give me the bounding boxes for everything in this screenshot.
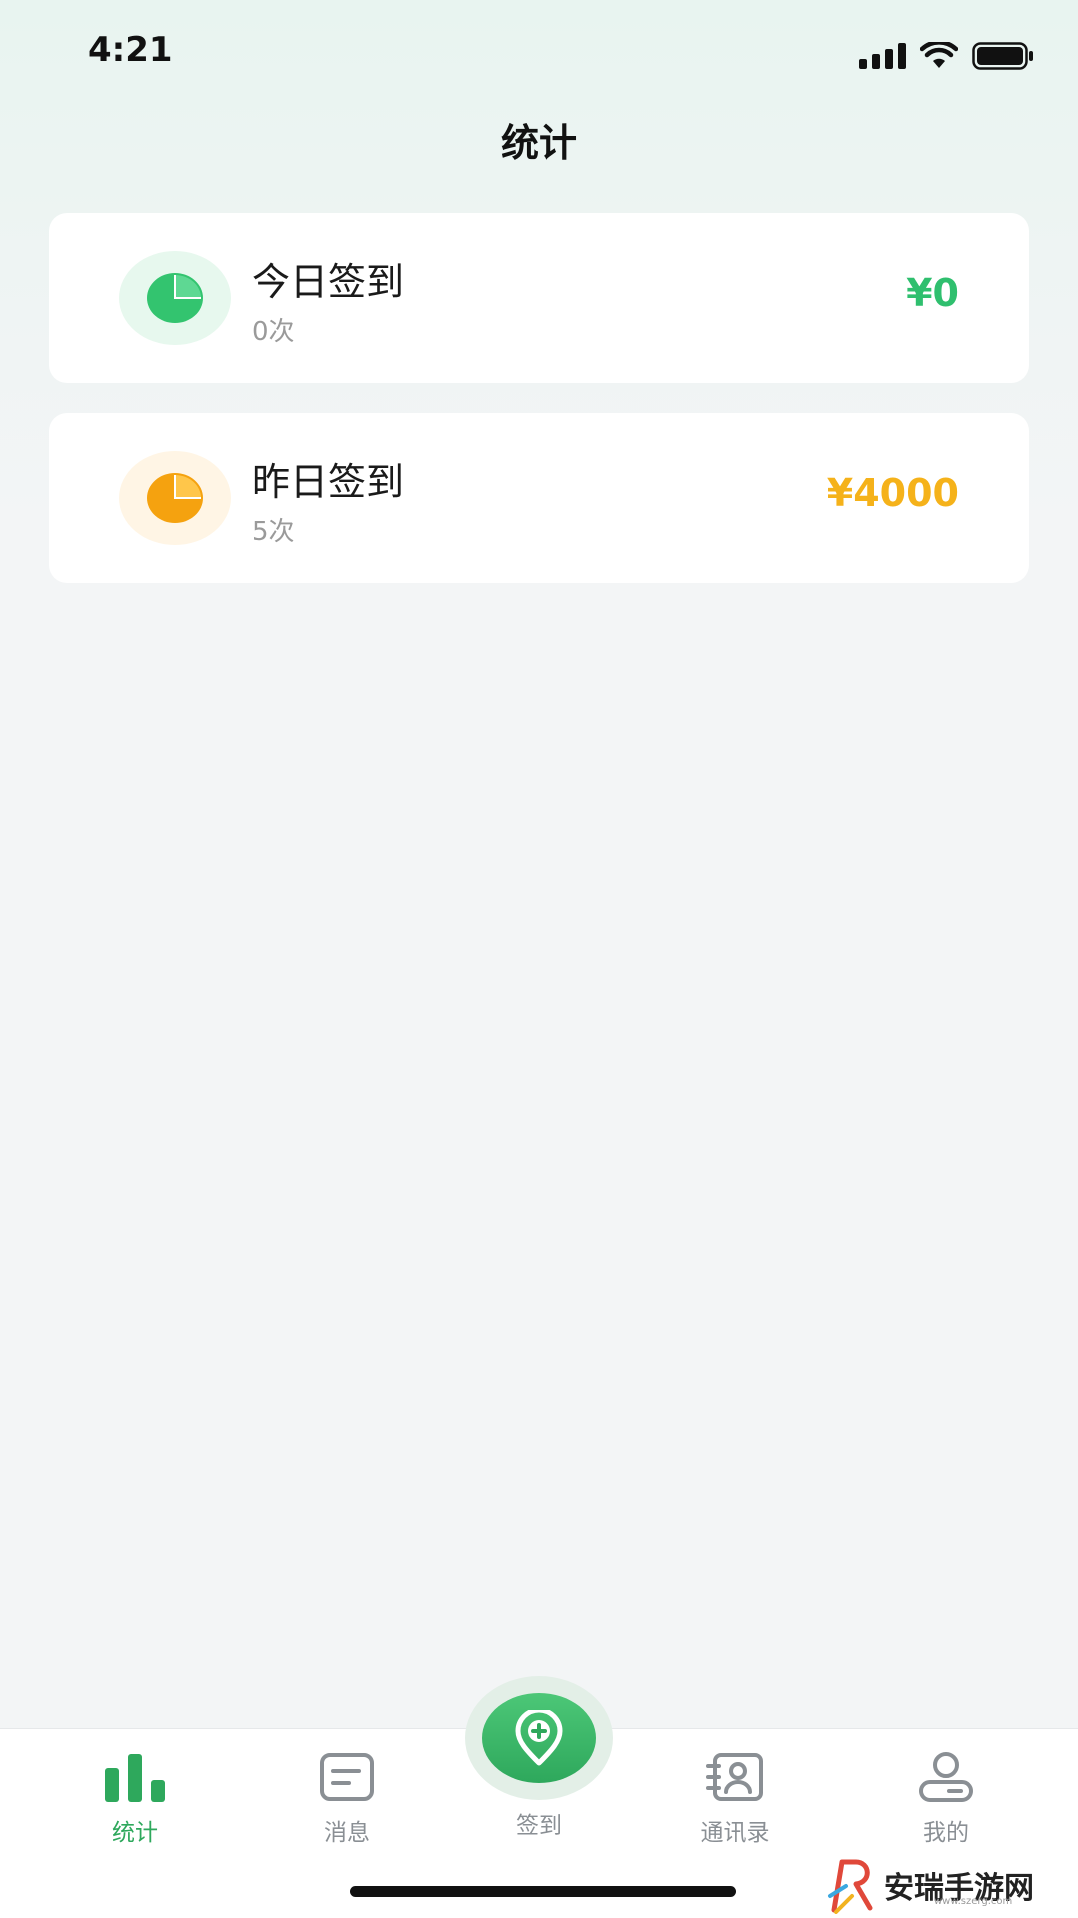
message-icon	[315, 1749, 379, 1805]
tab-label: 通讯录	[700, 1820, 770, 1846]
card-count: 5次	[252, 517, 295, 547]
location-plus-icon	[515, 1710, 563, 1766]
tab-stats[interactable]: 统计	[55, 1749, 215, 1859]
checkin-button-inner	[482, 1693, 596, 1783]
contacts-icon	[703, 1749, 767, 1805]
checkin-button[interactable]	[465, 1676, 613, 1800]
tab-label: 统计	[112, 1820, 158, 1846]
home-indicator	[350, 1886, 736, 1897]
yesterday-icon-badge	[119, 451, 231, 545]
card-amount: ¥0	[906, 271, 959, 315]
status-icons	[859, 42, 1034, 70]
card-amount: ¥4000	[826, 471, 959, 515]
battery-icon	[972, 42, 1033, 70]
tab-messages[interactable]: 消息	[267, 1749, 427, 1859]
page-title: 统计	[500, 121, 577, 165]
wifi-icon	[920, 42, 958, 68]
user-icon	[914, 1749, 978, 1805]
card-title: 昨日签到	[252, 460, 405, 504]
bar-chart-icon	[103, 1749, 167, 1805]
today-icon-badge	[119, 251, 231, 345]
tab-label: 消息	[324, 1820, 370, 1846]
watermark: 安瑞手游网 www.szerg.com	[826, 1856, 1034, 1914]
card-count: 0次	[252, 317, 295, 347]
watermark-logo-icon	[828, 1859, 873, 1914]
pie-chart-icon	[147, 473, 203, 523]
pie-chart-icon	[147, 273, 203, 323]
yesterday-checkin-card[interactable]: 昨日签到 5次 ¥4000	[49, 413, 1029, 583]
cellular-signal-icon	[859, 43, 906, 69]
today-checkin-card[interactable]: 今日签到 0次 ¥0	[49, 213, 1029, 383]
card-title: 今日签到	[252, 260, 405, 304]
checkin-label: 签到	[516, 1813, 562, 1839]
tab-contacts[interactable]: 通讯录	[655, 1749, 815, 1859]
tab-mine[interactable]: 我的	[866, 1749, 1026, 1859]
status-bar: 4:21	[0, 0, 1078, 110]
watermark-sub: www.szerg.com	[934, 1896, 1013, 1907]
status-time: 4:21	[88, 30, 173, 70]
tab-label: 我的	[923, 1820, 969, 1846]
